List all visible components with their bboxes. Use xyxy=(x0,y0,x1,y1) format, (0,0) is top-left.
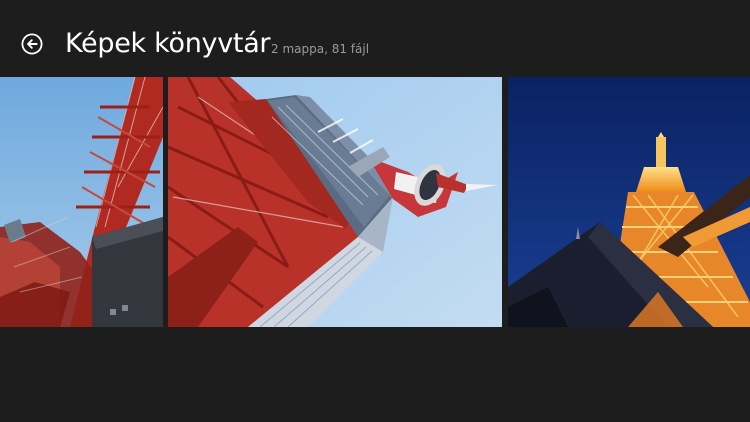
back-arrow-icon xyxy=(21,33,43,55)
page-title: Képek könyvtár xyxy=(65,28,271,59)
library-item-count: 2 mappa, 81 fájl xyxy=(271,42,370,56)
tower-observatory-photo xyxy=(168,77,502,327)
page-header: Képek könyvtár 2 mappa, 81 fájl xyxy=(0,0,750,76)
pictures-library-app: Képek könyvtár 2 mappa, 81 fájl xyxy=(0,0,750,422)
tower-night-photo xyxy=(508,77,750,327)
photo-tile-3[interactable] xyxy=(508,77,750,327)
tower-day-photo xyxy=(0,77,163,327)
back-button[interactable] xyxy=(21,33,43,55)
photo-tile-1[interactable] xyxy=(0,77,163,327)
photo-tile-2[interactable] xyxy=(168,77,502,327)
